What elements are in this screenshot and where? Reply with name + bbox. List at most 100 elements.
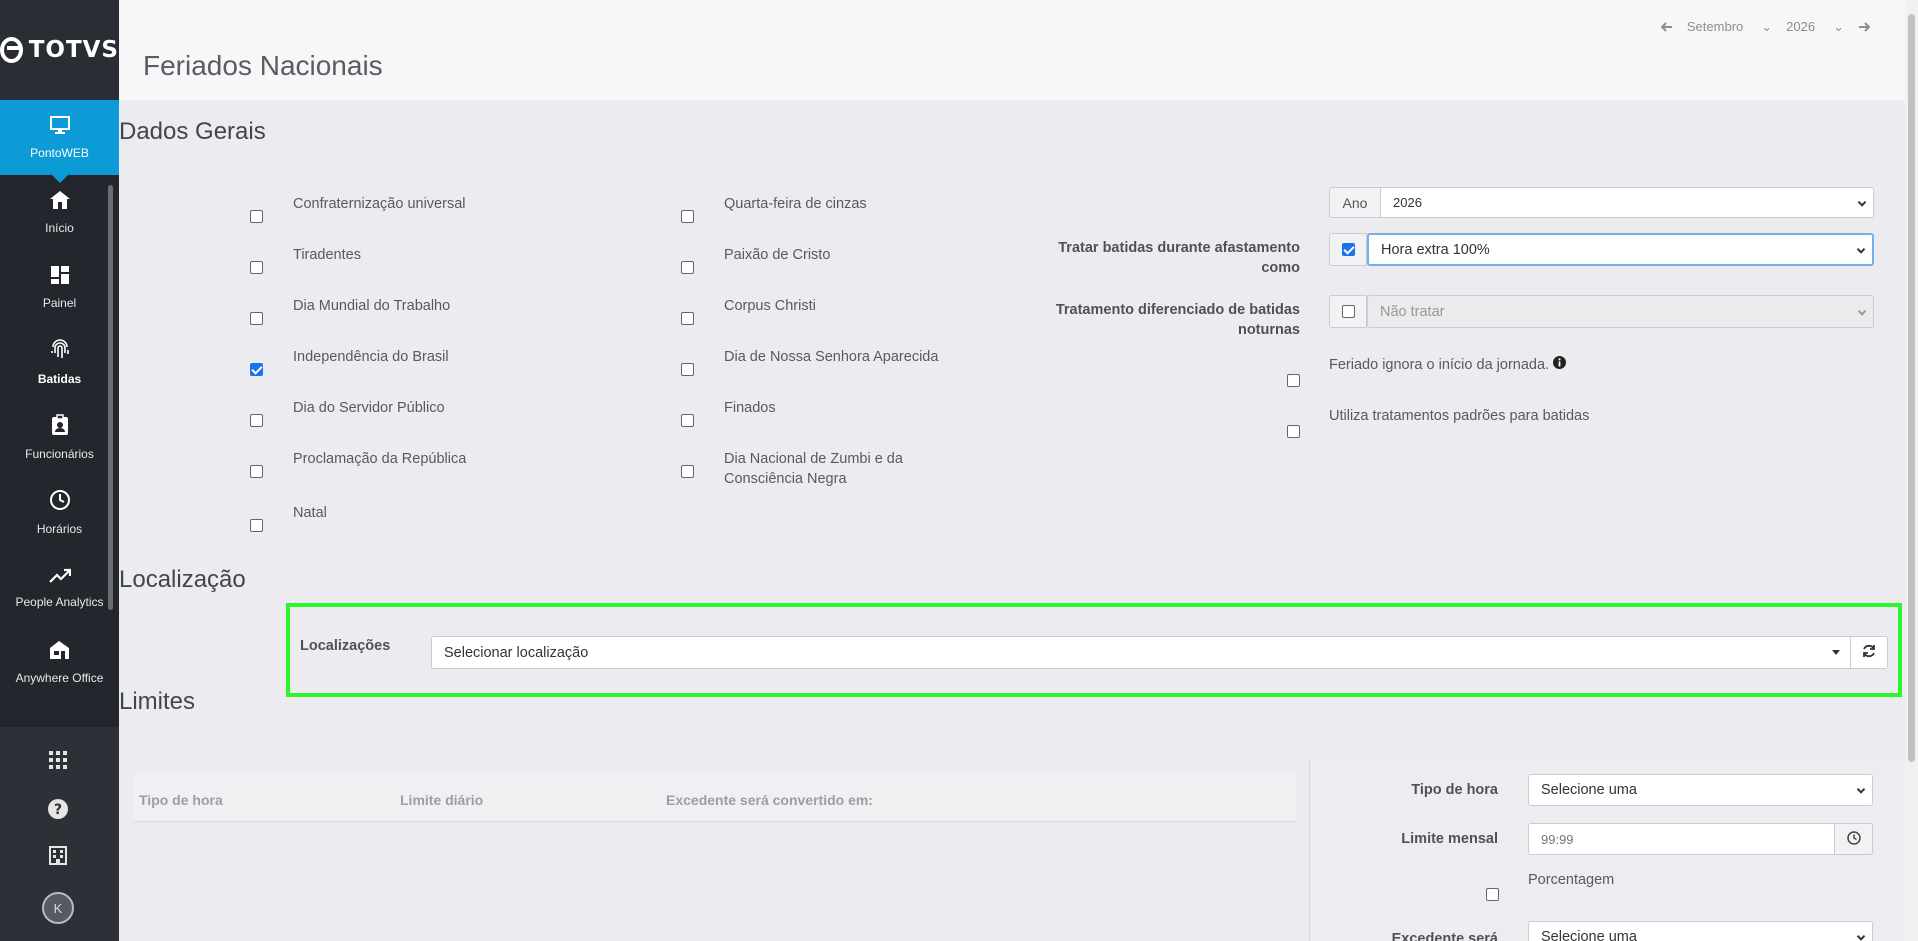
sidebar-item-funcionarios[interactable]: Funcionários [0,400,119,475]
year-select[interactable]: 2026 ⌄ [1786,19,1844,35]
page-scrollbar-thumb[interactable] [1908,14,1915,762]
holiday-checkbox[interactable] [250,414,263,427]
caret-icon [1857,306,1867,316]
holiday-checkbox[interactable] [250,519,263,532]
holiday-label: Dia do Servidor Público [293,400,445,416]
help-icon[interactable]: ? [46,798,70,822]
holiday-label: Independência do Brasil [293,349,449,365]
clock-icon [1846,830,1861,848]
info-icon[interactable] [1553,356,1567,373]
sidebar-item-horarios[interactable]: Horários [0,475,119,550]
tratar-checkbox[interactable] [1341,243,1355,256]
localizacao-placeholder: Selecionar localização [444,644,589,661]
refresh-button[interactable] [1850,636,1888,669]
clock-icon [49,489,71,516]
chevron-down-icon: ⌄ [1833,19,1844,34]
ano-select[interactable]: 2026 [1380,187,1874,218]
noturnas-checkbox-addon [1329,295,1367,328]
ignora-label: Feriado ignora o início da jornada. [1329,355,1567,375]
arrow-right-icon[interactable] [1858,20,1871,35]
caret-icon [1856,932,1866,941]
avatar-initial: K [53,900,63,916]
page-header: Feriados Nacionais Setembro ⌄ 2026 ⌄ [119,0,1918,100]
monitor-icon [49,115,71,140]
sidebar-item-people-analytics[interactable]: People Analytics [0,550,119,625]
excedente-value: Selecione uma [1541,929,1637,941]
totvs-logo-icon [0,37,23,63]
holiday-checkbox[interactable] [681,261,694,274]
holiday-label: Natal [293,505,327,521]
sidebar-scrollbar[interactable] [108,185,113,610]
holiday-checkbox[interactable] [250,210,263,223]
holiday-checkbox[interactable] [250,465,263,478]
holiday-label: Dia Nacional de Zumbi e da Consciência N… [724,451,903,487]
home-office-icon [49,640,71,665]
sidebar-item-inicio[interactable]: Início [0,175,119,250]
ignora-label-text: Feriado ignora o início da jornada. [1329,357,1550,373]
sidebar-item-label: Anywhere Office [15,671,104,685]
apps-grid-icon[interactable] [46,751,70,775]
noturnas-label: Tratamento diferenciado de batidas notur… [1055,302,1300,338]
holiday-checkbox[interactable] [250,261,263,274]
holiday-checkbox[interactable] [681,210,694,223]
svg-text:?: ? [54,802,62,818]
padroes-checkbox[interactable] [1287,425,1300,438]
sidebar-item-painel[interactable]: Painel [0,250,119,325]
page-title: Feriados Nacionais [143,50,383,81]
ano-addon: Ano [1329,187,1381,218]
month-select[interactable]: Setembro ⌄ [1687,19,1772,35]
sidebar-item-batidas[interactable]: Batidas [0,325,119,400]
sidebar-item-pontoweb[interactable]: PontoWEB [0,100,119,183]
porcentagem-label: Porcentagem [1528,872,1615,888]
sidebar-item-label: Início [45,221,74,235]
limite-mensal-label: Limite mensal [1401,831,1498,847]
totvs-logo[interactable]: TOTVS [0,0,119,100]
localizacao-select[interactable]: Selecionar localização [431,636,1851,669]
noturnas-checkbox[interactable] [1341,305,1355,318]
sidebar-item-label: Funcionários [25,447,94,461]
column-header-tipo-hora[interactable]: Tipo de hora [139,792,223,808]
tipo-hora-select[interactable]: Selecione uma [1528,774,1873,806]
caret-down-icon [1832,650,1840,655]
noturnas-select[interactable]: Não tratar [1367,295,1874,328]
excedente-select[interactable]: Selecione uma [1528,921,1873,941]
tratar-select[interactable]: Hora extra 100% [1367,233,1874,266]
holiday-label: Tiradentes [293,247,361,263]
sidebar-item-label: Horários [36,522,83,536]
sidebar-item-label: PontoWEB [30,146,89,160]
building-icon[interactable] [46,845,70,869]
holiday-checkbox[interactable] [250,312,263,325]
chevron-down-icon: ⌄ [1761,19,1773,34]
arrow-left-icon[interactable] [1660,20,1673,35]
holiday-label: Dia de Nossa Senhora Aparecida [724,349,939,365]
holiday-checkbox[interactable] [250,363,263,376]
sidebar-item-label: People Analytics [15,594,104,609]
time-picker-button[interactable] [1834,823,1873,855]
fingerprint-icon [50,339,70,366]
holiday-label: Quarta-feira de cinzas [724,196,867,212]
holiday-checkbox[interactable] [681,363,694,376]
holiday-checkbox[interactable] [681,312,694,325]
ano-value: 2026 [1393,195,1422,210]
limites-table-header: Tipo de hora Limite diário Excedente ser… [134,772,1295,822]
padroes-label: Utiliza tratamentos padrões para batidas [1329,408,1590,424]
holiday-checkbox[interactable] [681,465,694,478]
page-scrollbar[interactable] [1905,0,1918,941]
id-badge-icon [51,414,69,441]
caret-icon [1856,244,1866,254]
tratar-label: Tratar batidas durante afastamento como [1058,240,1300,276]
holiday-checkbox[interactable] [681,414,694,427]
holiday-label: Dia Mundial do Trabalho [293,298,451,314]
avatar[interactable]: K [42,892,74,924]
month-value: Setembro [1686,19,1744,34]
section-title-limites: Limites [119,688,196,715]
limite-mensal-input[interactable] [1528,823,1835,855]
section-title-dados-gerais: Dados Gerais [119,118,266,145]
sidebar-item-anywhere-office[interactable]: Anywhere Office [0,625,119,700]
porcentagem-checkbox[interactable] [1486,888,1499,901]
column-header-limite-diario[interactable]: Limite diário [400,792,483,808]
holiday-label: Confraternização universal [293,196,466,212]
caret-icon [1857,197,1867,207]
column-header-excedente[interactable]: Excedente será convertido em: [666,792,873,808]
ignora-checkbox[interactable] [1287,374,1300,387]
